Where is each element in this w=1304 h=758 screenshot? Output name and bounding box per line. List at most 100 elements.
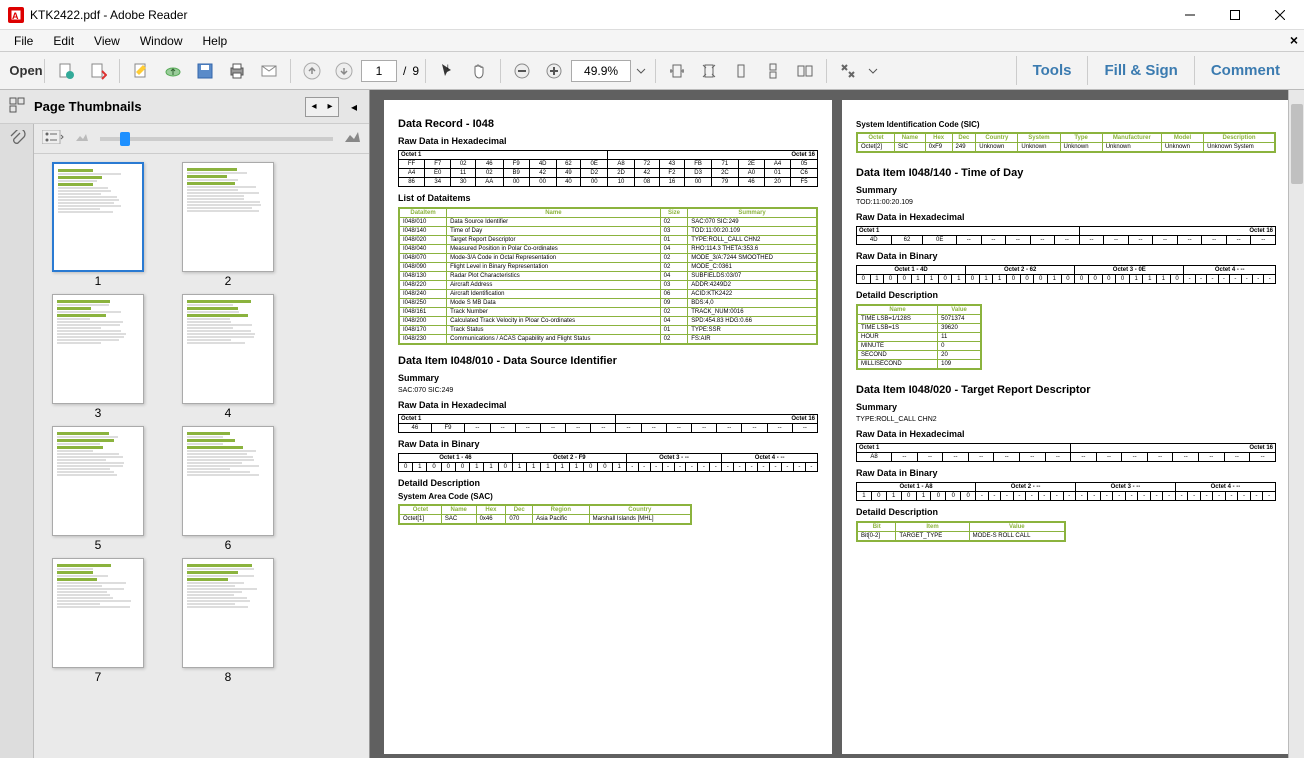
thumbnail-3[interactable] [52,294,144,404]
di140-summary: TOD:11:00:20.109 [856,199,1276,206]
summary-label-2: Summary [856,185,1276,195]
di140-title: Data Item I048/140 - Time of Day [856,167,1276,179]
sidebar-tool-strip [0,124,34,758]
page-number-input[interactable] [361,60,397,82]
thumbnail-size-slider[interactable] [100,137,333,141]
read-mode-button[interactable] [833,56,863,86]
sac-heading: System Area Code (SAC) [398,492,818,501]
svg-text:A: A [12,11,19,21]
thumbnail-label: 6 [225,538,232,552]
menu-window[interactable]: Window [130,32,193,50]
scrolling-button[interactable] [758,56,788,86]
di020-summary: TYPE:ROLL_CALL CHN2 [856,416,1276,423]
thumbnail-4[interactable] [182,294,274,404]
select-tool-button[interactable]: I [432,56,462,86]
thumbnail-1[interactable] [52,162,144,272]
sic-table: OctetNameHexDecCountrySystemTypeManufact… [856,132,1276,153]
thumbnail-8[interactable] [182,558,274,668]
hand-tool-button[interactable] [464,56,494,86]
page-sep: / [399,64,410,78]
menu-file[interactable]: File [4,32,43,50]
sac-table: OctetNameHexDecRegionCountryOctet[1]SAC0… [398,504,692,525]
print-button[interactable] [222,56,252,86]
thumbnails-panel: Page Thumbnails ◂▸ ◂ 12345678 [0,90,370,758]
raw-hex-heading: Raw Data in Hexadecimal [398,136,818,146]
open-button[interactable]: Open [8,56,38,86]
di140-hex-table: Octet 1Octet 164D620E-------------------… [856,226,1276,245]
thumbnail-7[interactable] [52,558,144,668]
zoom-dropdown[interactable] [633,56,649,86]
thumbnail-6[interactable] [182,426,274,536]
vertical-scrollbar[interactable] [1288,90,1304,758]
fit-page-button[interactable] [694,56,724,86]
binary-heading-2: Raw Data in Binary [856,251,1276,261]
dataitems-table: DataItemNameSizeSummaryI048/010Data Sour… [398,207,818,345]
edit-button[interactable] [126,56,156,86]
menubar-close-icon[interactable]: × [1290,32,1298,48]
sic-heading: System Identification Code (SIC) [856,120,1276,129]
di020-title: Data Item I048/020 - Target Report Descr… [856,384,1276,396]
sidebar-nav[interactable]: ◂▸ [305,97,339,117]
detail-heading-2: Detaild Description [856,290,1276,300]
trd-table: BitItemValueBit[0-2]TARGET_TYPEMODE-S RO… [856,521,1066,542]
thumbnails-icon [8,96,26,117]
sidebar-controls [34,124,369,154]
separator [655,59,656,83]
thumbnail-label: 5 [95,538,102,552]
cloud-button[interactable] [158,56,188,86]
thumbnail-label: 4 [225,406,232,420]
menu-edit[interactable]: Edit [43,32,84,50]
prev-page-button[interactable] [297,56,327,86]
toolbar: Open / 9 I Tools Fill & Sign Comment [0,52,1304,90]
thumbnails-list: 12345678 [34,154,369,758]
thumbnail-label: 1 [95,274,102,288]
small-thumb-icon[interactable] [74,131,90,146]
large-thumb-icon[interactable] [343,130,361,147]
single-page-button[interactable] [726,56,756,86]
di010-title: Data Item I048/010 - Data Source Identif… [398,355,818,367]
fit-width-button[interactable] [662,56,692,86]
page-1: Data Record - I048 Raw Data in Hexadecim… [384,100,832,754]
menu-help[interactable]: Help [193,32,238,50]
zoom-in-button[interactable] [539,56,569,86]
right-panel-links: Tools Fill & Sign Comment [1016,56,1296,85]
create-pdf-button[interactable] [51,56,81,86]
separator [290,59,291,83]
page-total: 9 [412,64,419,78]
fill-sign-link[interactable]: Fill & Sign [1087,56,1193,85]
summary-label: Summary [398,373,818,383]
menu-view[interactable]: View [84,32,130,50]
detail-heading-3: Detaild Description [856,507,1276,517]
options-icon[interactable] [42,130,64,147]
comment-link[interactable]: Comment [1194,56,1296,85]
open-label: Open [9,63,42,78]
read-mode-dropdown[interactable] [865,56,881,86]
di020-bin-table: Octet 1 - A8Octet 2 - --Octet 3 - --Octe… [856,482,1276,501]
document-view[interactable]: Data Record - I048 Raw Data in Hexadecim… [370,90,1304,758]
two-page-button[interactable] [790,56,820,86]
export-pdf-button[interactable] [83,56,113,86]
thumbnail-2[interactable] [182,162,274,272]
minimize-button[interactable] [1167,1,1212,29]
zoom-out-button[interactable] [507,56,537,86]
save-button[interactable] [190,56,220,86]
zoom-input[interactable] [571,60,631,82]
main-area: Page Thumbnails ◂▸ ◂ 12345678 Data Recor [0,90,1304,758]
separator [119,59,120,83]
thumbnail-label: 2 [225,274,232,288]
maximize-button[interactable] [1212,1,1257,29]
close-button[interactable] [1257,1,1302,29]
sidebar-close-icon[interactable]: ◂ [347,100,361,114]
menu-bar: File Edit View Window Help × [0,30,1304,52]
thumbnail-5[interactable] [52,426,144,536]
attachment-icon[interactable] [8,130,26,151]
sidebar-title: Page Thumbnails [34,99,297,114]
raw-hex-heading-4: Raw Data in Hexadecimal [856,429,1276,439]
separator [826,59,827,83]
tools-link[interactable]: Tools [1016,56,1088,85]
next-page-button[interactable] [329,56,359,86]
title-bar: A KTK2422.pdf - Adobe Reader [0,0,1304,30]
di140-bin-table: Octet 1 - 4DOctet 2 - 62Octet 3 - 0EOcte… [856,265,1276,284]
binary-heading-3: Raw Data in Binary [856,468,1276,478]
email-button[interactable] [254,56,284,86]
